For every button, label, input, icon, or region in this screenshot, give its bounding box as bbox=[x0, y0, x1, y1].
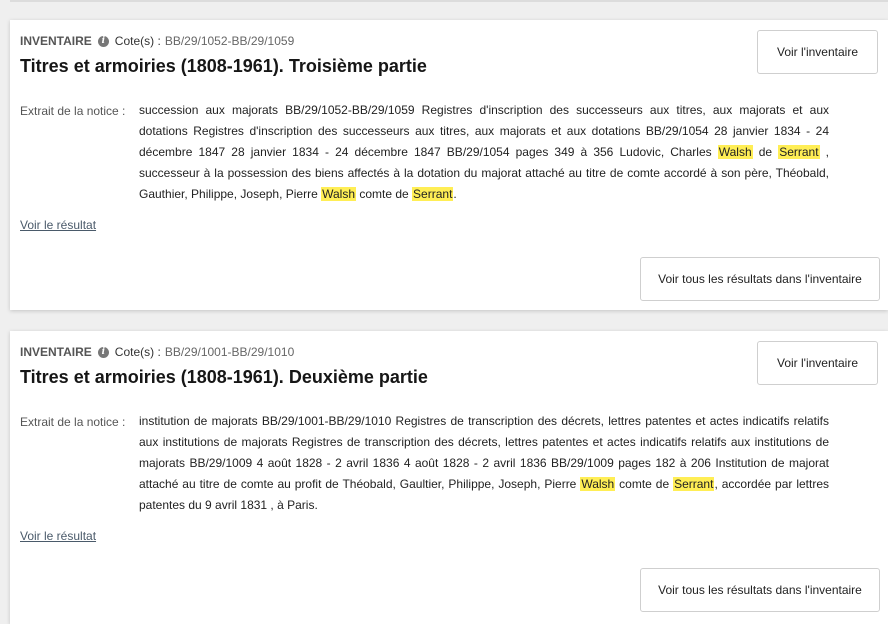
type-label: INVENTAIRE bbox=[20, 34, 92, 48]
info-icon[interactable]: i bbox=[97, 346, 109, 358]
highlighted-term: Serrant bbox=[412, 187, 454, 201]
view-all-results-button[interactable]: Voir tous les résultats dans l'inventair… bbox=[640, 568, 880, 612]
highlighted-term: Walsh bbox=[717, 145, 753, 159]
view-inventory-button[interactable]: Voir l'inventaire bbox=[757, 30, 878, 74]
type-label: INVENTAIRE bbox=[20, 345, 92, 359]
cote-label: Cote(s) : bbox=[114, 345, 161, 359]
extract-segment: comte de bbox=[615, 477, 674, 491]
cote-label: Cote(s) : bbox=[114, 34, 161, 48]
view-result-link[interactable]: Voir le résultat bbox=[20, 218, 96, 232]
view-inventory-button[interactable]: Voir l'inventaire bbox=[757, 341, 878, 385]
extract-label: Extrait de la notice : bbox=[20, 104, 126, 118]
result-card: INVENTAIRE i Cote(s) : BB/29/1001-BB/29/… bbox=[10, 331, 888, 624]
extract-segment: de bbox=[752, 145, 779, 159]
cote-value: BB/29/1001-BB/29/1010 bbox=[164, 345, 295, 359]
result-meta: INVENTAIRE i Cote(s) : BB/29/1001-BB/29/… bbox=[20, 345, 294, 359]
view-result-link[interactable]: Voir le résultat bbox=[20, 529, 96, 543]
result-title: Titres et armoiries (1808-1961). Deuxièm… bbox=[20, 367, 428, 387]
extract-text: succession aux majorats BB/29/1052-BB/29… bbox=[139, 100, 829, 205]
highlighted-term: Serrant bbox=[778, 145, 820, 159]
highlighted-term: Serrant bbox=[673, 477, 715, 491]
extract-label: Extrait de la notice : bbox=[20, 415, 126, 429]
highlighted-term: Walsh bbox=[321, 187, 357, 201]
view-all-results-button[interactable]: Voir tous les résultats dans l'inventair… bbox=[640, 257, 880, 301]
cote-value: BB/29/1052-BB/29/1059 bbox=[164, 34, 295, 48]
highlighted-term: Walsh bbox=[580, 477, 616, 491]
extract-segment: comte de bbox=[356, 187, 413, 201]
extract-text: institution de majorats BB/29/1001-BB/29… bbox=[139, 411, 829, 516]
result-card: INVENTAIRE i Cote(s) : BB/29/1052-BB/29/… bbox=[10, 20, 888, 310]
previous-card-edge bbox=[10, 0, 888, 2]
result-title: Titres et armoiries (1808-1961). Troisiè… bbox=[20, 56, 427, 76]
result-meta: INVENTAIRE i Cote(s) : BB/29/1052-BB/29/… bbox=[20, 34, 294, 48]
extract-segment: . bbox=[453, 187, 457, 201]
info-icon[interactable]: i bbox=[97, 35, 109, 47]
